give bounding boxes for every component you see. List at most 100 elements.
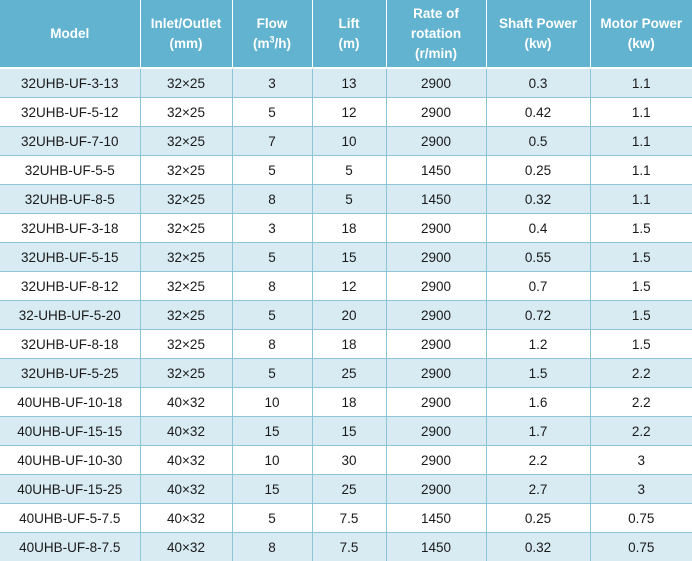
cell-inlet-outlet: 40×32 bbox=[140, 387, 233, 417]
cell-flow: 8 bbox=[232, 271, 313, 301]
cell-shaft-power: 1.5 bbox=[486, 358, 591, 388]
cell-shaft-power: 0.55 bbox=[486, 242, 591, 272]
cell-motor-power: 2.2 bbox=[590, 358, 692, 388]
cell-inlet-outlet: 40×32 bbox=[140, 474, 233, 504]
cell-flow: 10 bbox=[232, 387, 313, 417]
cell-model: 32UHB-UF-3-13 bbox=[0, 68, 141, 98]
table-row: 40UHB-UF-15-25 40×32 15 25 2900 2.7 3 bbox=[0, 474, 692, 504]
cell-shaft-power: 2.2 bbox=[486, 445, 591, 475]
header-shaft-power: Shaft Power (kw) bbox=[486, 0, 591, 69]
cell-lift: 15 bbox=[312, 242, 387, 272]
table-row: 32UHB-UF-3-18 32×25 3 18 2900 0.4 1.5 bbox=[0, 213, 692, 243]
header-flow: Flow (m3/h) bbox=[232, 0, 313, 69]
cell-lift: 10 bbox=[312, 126, 387, 156]
cell-flow: 3 bbox=[232, 68, 313, 98]
cell-lift: 13 bbox=[312, 68, 387, 98]
cell-lift: 7.5 bbox=[312, 503, 387, 533]
cell-motor-power: 1.5 bbox=[590, 329, 692, 359]
cell-model: 32-UHB-UF-5-20 bbox=[0, 300, 141, 330]
header-rate-of-rotation: Rate of rotation (r/min) bbox=[386, 0, 487, 69]
table-row: 32UHB-UF-5-5 32×25 5 5 1450 0.25 1.1 bbox=[0, 155, 692, 185]
table-row: 40UHB-UF-10-18 40×32 10 18 2900 1.6 2.2 bbox=[0, 387, 692, 417]
cell-model: 40UHB-UF-10-18 bbox=[0, 387, 141, 417]
cell-lift: 25 bbox=[312, 474, 387, 504]
header-row: Model Inlet/Outlet (mm) Flow (m3/h) Lift (m… bbox=[0, 0, 692, 69]
cell-inlet-outlet: 32×25 bbox=[140, 213, 233, 243]
cell-model: 32UHB-UF-5-15 bbox=[0, 242, 141, 272]
cell-flow: 8 bbox=[232, 184, 313, 214]
cell-inlet-outlet: 32×25 bbox=[140, 271, 233, 301]
cell-model: 40UHB-UF-8-7.5 bbox=[0, 532, 141, 561]
table-row: 32-UHB-UF-5-20 32×25 5 20 2900 0.72 1.5 bbox=[0, 300, 692, 330]
cell-motor-power: 2.2 bbox=[590, 387, 692, 417]
cell-flow: 3 bbox=[232, 213, 313, 243]
cell-rotation: 1450 bbox=[386, 532, 487, 561]
cell-inlet-outlet: 32×25 bbox=[140, 329, 233, 359]
cell-flow: 5 bbox=[232, 358, 313, 388]
header-inlet-outlet: Inlet/Outlet (mm) bbox=[140, 0, 233, 69]
cell-motor-power: 1.1 bbox=[590, 97, 692, 127]
cell-rotation: 2900 bbox=[386, 358, 487, 388]
cell-lift: 5 bbox=[312, 155, 387, 185]
cell-model: 32UHB-UF-7-10 bbox=[0, 126, 141, 156]
cell-shaft-power: 0.32 bbox=[486, 532, 591, 561]
cell-shaft-power: 0.3 bbox=[486, 68, 591, 98]
cell-shaft-power: 0.7 bbox=[486, 271, 591, 301]
cell-rotation: 1450 bbox=[386, 503, 487, 533]
cell-rotation: 2900 bbox=[386, 271, 487, 301]
table-row: 32UHB-UF-8-18 32×25 8 18 2900 1.2 1.5 bbox=[0, 329, 692, 359]
cell-flow: 7 bbox=[232, 126, 313, 156]
cell-motor-power: 1.5 bbox=[590, 300, 692, 330]
cell-flow: 15 bbox=[232, 474, 313, 504]
cell-shaft-power: 0.25 bbox=[486, 503, 591, 533]
cell-motor-power: 1.1 bbox=[590, 184, 692, 214]
cell-rotation: 2900 bbox=[386, 213, 487, 243]
cell-shaft-power: 0.25 bbox=[486, 155, 591, 185]
cell-motor-power: 1.1 bbox=[590, 155, 692, 185]
cell-lift: 5 bbox=[312, 184, 387, 214]
cell-motor-power: 0.75 bbox=[590, 532, 692, 561]
cell-flow: 8 bbox=[232, 329, 313, 359]
cell-flow: 5 bbox=[232, 97, 313, 127]
cell-rotation: 1450 bbox=[386, 184, 487, 214]
table-row: 40UHB-UF-10-30 40×32 10 30 2900 2.2 3 bbox=[0, 445, 692, 475]
table-body: 32UHB-UF-3-13 32×25 3 13 2900 0.3 1.1 32UHB-UF-… bbox=[0, 68, 692, 561]
cell-shaft-power: 0.4 bbox=[486, 213, 591, 243]
header-lift: Lift (m) bbox=[312, 0, 387, 69]
cell-motor-power: 1.1 bbox=[590, 68, 692, 98]
cell-lift: 20 bbox=[312, 300, 387, 330]
cell-flow: 10 bbox=[232, 445, 313, 475]
cell-model: 32UHB-UF-3-18 bbox=[0, 213, 141, 243]
cell-model: 32UHB-UF-8-12 bbox=[0, 271, 141, 301]
cell-shaft-power: 0.5 bbox=[486, 126, 591, 156]
cell-shaft-power: 0.72 bbox=[486, 300, 591, 330]
cell-inlet-outlet: 32×25 bbox=[140, 126, 233, 156]
pump-specs-table: Model Inlet/Outlet (mm) Flow (m3/h) Lift (m… bbox=[0, 0, 692, 561]
cell-model: 40UHB-UF-15-25 bbox=[0, 474, 141, 504]
table-row: 32UHB-UF-5-12 32×25 5 12 2900 0.42 1.1 bbox=[0, 97, 692, 127]
cell-flow: 8 bbox=[232, 532, 313, 561]
cell-inlet-outlet: 32×25 bbox=[140, 68, 233, 98]
table-row: 32UHB-UF-3-13 32×25 3 13 2900 0.3 1.1 bbox=[0, 68, 692, 98]
cell-flow: 5 bbox=[232, 155, 313, 185]
cell-model: 32UHB-UF-5-25 bbox=[0, 358, 141, 388]
cell-model: 32UHB-UF-5-12 bbox=[0, 97, 141, 127]
table-row: 32UHB-UF-5-25 32×25 5 25 2900 1.5 2.2 bbox=[0, 358, 692, 388]
cell-motor-power: 2.2 bbox=[590, 416, 692, 446]
header-model: Model bbox=[0, 0, 141, 69]
header-motor-power: Motor Power (kw) bbox=[590, 0, 692, 69]
cell-rotation: 2900 bbox=[386, 242, 487, 272]
cell-inlet-outlet: 32×25 bbox=[140, 300, 233, 330]
table-row: 40UHB-UF-5-7.5 40×32 5 7.5 1450 0.25 0.75 bbox=[0, 503, 692, 533]
cell-lift: 15 bbox=[312, 416, 387, 446]
cell-flow: 15 bbox=[232, 416, 313, 446]
cell-lift: 18 bbox=[312, 329, 387, 359]
cell-motor-power: 1.5 bbox=[590, 271, 692, 301]
cell-flow: 5 bbox=[232, 503, 313, 533]
cell-lift: 18 bbox=[312, 213, 387, 243]
table-row: 32UHB-UF-7-10 32×25 7 10 2900 0.5 1.1 bbox=[0, 126, 692, 156]
table-row: 40UHB-UF-15-15 40×32 15 15 2900 1.7 2.2 bbox=[0, 416, 692, 446]
cell-inlet-outlet: 40×32 bbox=[140, 445, 233, 475]
cell-model: 32UHB-UF-5-5 bbox=[0, 155, 141, 185]
cell-model: 32UHB-UF-8-5 bbox=[0, 184, 141, 214]
